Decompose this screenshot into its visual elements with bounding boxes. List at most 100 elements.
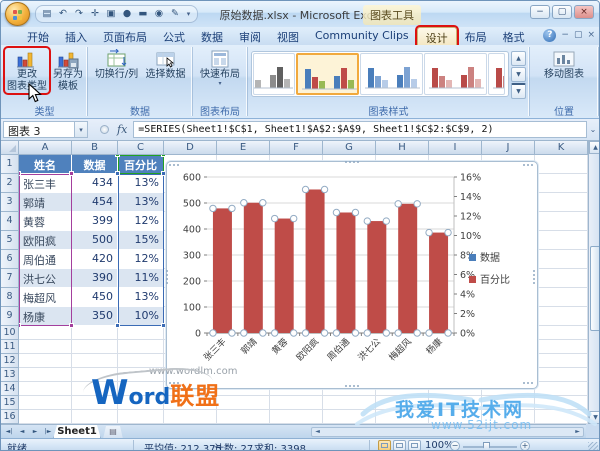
cell-C1[interactable]: 百分比	[118, 155, 164, 174]
bar-series2-8[interactable]	[429, 232, 449, 333]
row-header-2[interactable]: 2	[1, 174, 19, 193]
column-header-I[interactable]: I	[429, 141, 482, 155]
scroll-left-icon[interactable]: ◄	[312, 428, 323, 436]
bar-series2-1[interactable]	[212, 208, 232, 333]
cell-C5[interactable]: 15%	[118, 231, 164, 250]
cell-B2[interactable]: 434	[72, 174, 118, 193]
row-header-5[interactable]: 5	[1, 231, 19, 250]
cell-A4[interactable]: 黄蓉	[19, 212, 72, 231]
gallery-scroll-down-icon[interactable]: ▼	[511, 67, 526, 82]
cell-C4[interactable]: 12%	[118, 212, 164, 231]
gallery-more-icon[interactable]: ▼	[511, 83, 526, 99]
chart-styles-gallery[interactable]	[251, 51, 509, 97]
cell-C9[interactable]: 10%	[118, 307, 164, 326]
scroll-up-icon[interactable]: ▲	[589, 141, 599, 154]
quick-layout-button[interactable]: 快速布局 ▾	[196, 48, 244, 87]
fx-icon[interactable]: fx	[117, 123, 127, 136]
row-header-15[interactable]: 15	[1, 396, 19, 410]
cell-C8[interactable]: 13%	[118, 288, 164, 307]
name-box-dropdown-icon[interactable]: ▾	[75, 121, 88, 138]
cell-B4[interactable]: 399	[72, 212, 118, 231]
picture-icon[interactable]: ▣	[104, 7, 118, 21]
zoom-slider-thumb[interactable]	[483, 442, 490, 450]
column-header-J[interactable]: J	[482, 141, 535, 155]
cell-A7[interactable]: 洪七公	[19, 269, 72, 288]
strip-icon[interactable]: ▬	[136, 7, 150, 21]
cell-C3[interactable]: 13%	[118, 193, 164, 212]
cell-B5[interactable]: 500	[72, 231, 118, 250]
cell-A5[interactable]: 欧阳疯	[19, 231, 72, 250]
ribbon-tab-home[interactable]: 开始	[19, 27, 57, 45]
row-header-9[interactable]: 9	[1, 307, 19, 326]
name-box[interactable]: 图表 3	[3, 121, 75, 138]
bar-series2-7[interactable]	[398, 203, 418, 333]
chart-style-thumb-style-red[interactable]	[424, 53, 487, 95]
chart-style-thumb-style-blue[interactable]	[360, 53, 423, 95]
row-header-14[interactable]: 14	[1, 382, 19, 396]
save-icon[interactable]: ▤	[40, 7, 54, 21]
undo-icon[interactable]: ↶	[56, 7, 70, 21]
column-header-H[interactable]: H	[376, 141, 429, 155]
cell-B6[interactable]: 420	[72, 250, 118, 269]
ribbon-tab-design[interactable]: 设计	[414, 25, 459, 47]
cell-A8[interactable]: 梅超风	[19, 288, 72, 307]
row-header-1[interactable]: 1	[1, 155, 19, 174]
office-button[interactable]	[5, 2, 30, 26]
zoom-slider-track[interactable]	[463, 446, 517, 448]
row-header-16[interactable]: 16	[1, 410, 19, 424]
cell-A2[interactable]: 张三丰	[19, 174, 72, 193]
ribbon-tab-review[interactable]: 审阅	[231, 27, 269, 45]
crop-icon[interactable]: ✛	[88, 7, 102, 21]
horizontal-scrollbar[interactable]: ◄ ►	[311, 427, 584, 437]
row-header-8[interactable]: 8	[1, 288, 19, 307]
next-sheet-icon[interactable]: ►	[29, 426, 41, 438]
chart-style-thumb-style-next[interactable]	[488, 53, 505, 95]
help-icon[interactable]: ?	[543, 29, 557, 42]
redo-icon[interactable]: ↷	[72, 7, 86, 21]
column-header-F[interactable]: F	[270, 141, 323, 155]
close-button[interactable]: ×	[574, 5, 594, 19]
signature-icon[interactable]: ✎	[168, 7, 182, 21]
cell-B8[interactable]: 450	[72, 288, 118, 307]
formula-bar-expand-icon[interactable]: ⌄	[587, 125, 599, 134]
cell-C6[interactable]: 12%	[118, 250, 164, 269]
doc-minimize-button[interactable]: −	[561, 29, 569, 42]
bar-series2-6[interactable]	[367, 221, 387, 333]
sphere-icon[interactable]: ●	[120, 7, 134, 21]
ribbon-tab-page-layout[interactable]: 页面布局	[95, 27, 155, 45]
column-header-D[interactable]: D	[164, 141, 217, 155]
doc-close-button[interactable]: ×	[587, 29, 595, 42]
column-header-B[interactable]: B	[72, 141, 118, 155]
last-sheet-icon[interactable]: |►	[42, 426, 54, 438]
bar-series2-4[interactable]	[305, 189, 325, 333]
column-header-E[interactable]: E	[217, 141, 270, 155]
cell-B9[interactable]: 350	[72, 307, 118, 326]
move-chart-button[interactable]: 移动图表	[534, 48, 594, 81]
insert-function-icon[interactable]	[100, 125, 109, 134]
ribbon-tab-view[interactable]: 视图	[269, 27, 307, 45]
chart-style-thumb-style-color[interactable]	[296, 53, 359, 95]
row-header-7[interactable]: 7	[1, 269, 19, 288]
cell-B1[interactable]: 数据	[72, 155, 118, 174]
bar-series2-2[interactable]	[243, 202, 263, 333]
row-header-10[interactable]: 10	[1, 326, 19, 340]
vertical-scrollbar[interactable]: ▲ ▼	[588, 141, 599, 424]
zoom-in-icon[interactable]: +	[520, 441, 530, 450]
cell-C2[interactable]: 13%	[118, 174, 164, 193]
column-header-G[interactable]: G	[323, 141, 376, 155]
cell-A9[interactable]: 杨康	[19, 307, 72, 326]
cell-A6[interactable]: 周伯通	[19, 250, 72, 269]
chart-style-thumb-style-gray[interactable]	[253, 53, 295, 95]
doc-restore-button[interactable]: ▢	[574, 29, 583, 42]
first-sheet-icon[interactable]: ◄|	[3, 426, 15, 438]
row-header-11[interactable]: 11	[1, 340, 19, 354]
ribbon-tab-format[interactable]: 格式	[495, 27, 533, 45]
minimize-button[interactable]: −	[530, 5, 550, 19]
cell-A1[interactable]: 姓名	[19, 155, 72, 174]
ribbon-tab-data[interactable]: 数据	[193, 27, 231, 45]
page-layout-view-button[interactable]	[393, 440, 406, 450]
select-all-corner[interactable]	[1, 141, 19, 155]
ribbon-tab-formulas[interactable]: 公式	[155, 27, 193, 45]
cell-A3[interactable]: 郭靖	[19, 193, 72, 212]
cell-B7[interactable]: 390	[72, 269, 118, 288]
